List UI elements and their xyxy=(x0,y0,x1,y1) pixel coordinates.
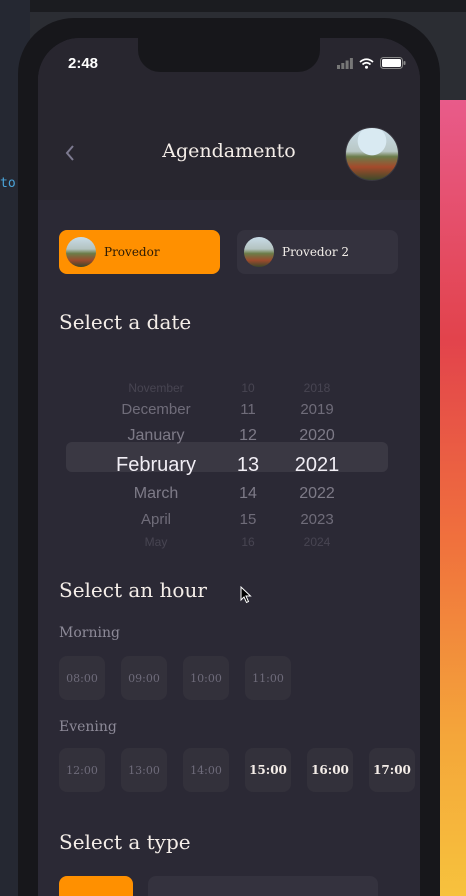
year-wheel[interactable]: 2018 2019 2020 2021 2022 2023 2024 xyxy=(290,378,344,552)
provider-avatar xyxy=(66,237,96,267)
hour-slot: 12:00 xyxy=(59,748,105,792)
picker-option[interactable]: December xyxy=(86,398,226,422)
desktop-editor-text: to xyxy=(0,176,16,191)
type-option-selected[interactable] xyxy=(59,876,133,896)
desktop-top-bar xyxy=(0,0,466,12)
picker-option[interactable]: 2020 xyxy=(290,422,344,450)
hour-slot: 10:00 xyxy=(183,656,229,700)
app-screen: 2:48 Agendamento Provedor Provedor 2 Sel… xyxy=(38,38,420,896)
status-time: 2:48 xyxy=(68,55,99,72)
day-wheel[interactable]: 10 11 12 13 14 15 16 xyxy=(230,378,266,552)
picker-option[interactable]: 2024 xyxy=(290,532,344,552)
picker-option[interactable]: 2023 xyxy=(290,508,344,532)
month-wheel[interactable]: November December January February March Apri… xyxy=(86,378,226,552)
picker-option[interactable]: 16 xyxy=(230,532,266,552)
picker-option[interactable]: 15 xyxy=(230,508,266,532)
picker-option[interactable]: 2019 xyxy=(290,398,344,422)
picker-option[interactable]: 2021 xyxy=(290,450,344,480)
picker-option[interactable]: November xyxy=(86,378,226,398)
evening-hours: 12:00 13:00 14:00 15:00 16:00 17:00 xyxy=(59,748,415,792)
picker-option[interactable]: 2018 xyxy=(290,378,344,398)
picker-option[interactable]: 14 xyxy=(230,480,266,508)
date-picker[interactable]: November December January February March Apri… xyxy=(38,358,420,549)
hour-slot: 13:00 xyxy=(121,748,167,792)
picker-option[interactable]: 12 xyxy=(230,422,266,450)
hour-slot: 08:00 xyxy=(59,656,105,700)
picker-option[interactable]: April xyxy=(86,508,226,532)
picker-option[interactable]: February xyxy=(86,450,226,480)
date-section-title: Select a date xyxy=(59,310,192,334)
provider-avatar xyxy=(244,237,274,267)
battery-icon xyxy=(380,57,406,69)
picker-option[interactable]: 13 xyxy=(230,450,266,480)
hour-slot[interactable]: 17:00 xyxy=(369,748,415,792)
user-avatar[interactable] xyxy=(345,127,399,181)
status-icons xyxy=(337,57,406,69)
picker-option[interactable]: 2022 xyxy=(290,480,344,508)
mouse-cursor-icon xyxy=(240,586,252,604)
provider-name: Provedor xyxy=(104,245,160,259)
hour-slot: 09:00 xyxy=(121,656,167,700)
hour-section-title: Select an hour xyxy=(59,578,207,602)
hour-slot[interactable]: 15:00 xyxy=(245,748,291,792)
type-section-title: Select a type xyxy=(59,830,191,854)
wifi-icon xyxy=(359,57,374,69)
picker-option[interactable]: 11 xyxy=(230,398,266,422)
provider-card-1[interactable]: Provedor xyxy=(59,230,220,274)
hour-slot: 11:00 xyxy=(245,656,291,700)
picker-option[interactable]: May xyxy=(86,532,226,552)
provider-card-2[interactable]: Provedor 2 xyxy=(237,230,398,274)
type-option[interactable] xyxy=(148,876,378,896)
morning-hours: 08:00 09:00 10:00 11:00 xyxy=(59,656,291,700)
picker-option[interactable]: 10 xyxy=(230,378,266,398)
hour-slot[interactable]: 16:00 xyxy=(307,748,353,792)
picker-option[interactable]: March xyxy=(86,480,226,508)
evening-label: Evening xyxy=(59,719,117,735)
device-notch xyxy=(138,38,320,72)
hour-slot: 14:00 xyxy=(183,748,229,792)
picker-option[interactable]: January xyxy=(86,422,226,450)
morning-label: Morning xyxy=(59,625,120,641)
app-header: 2:48 Agendamento xyxy=(38,38,420,200)
provider-name: Provedor 2 xyxy=(282,245,350,259)
phone-frame: 2:48 Agendamento Provedor Provedor 2 Sel… xyxy=(18,18,440,896)
signal-icon xyxy=(337,57,353,69)
